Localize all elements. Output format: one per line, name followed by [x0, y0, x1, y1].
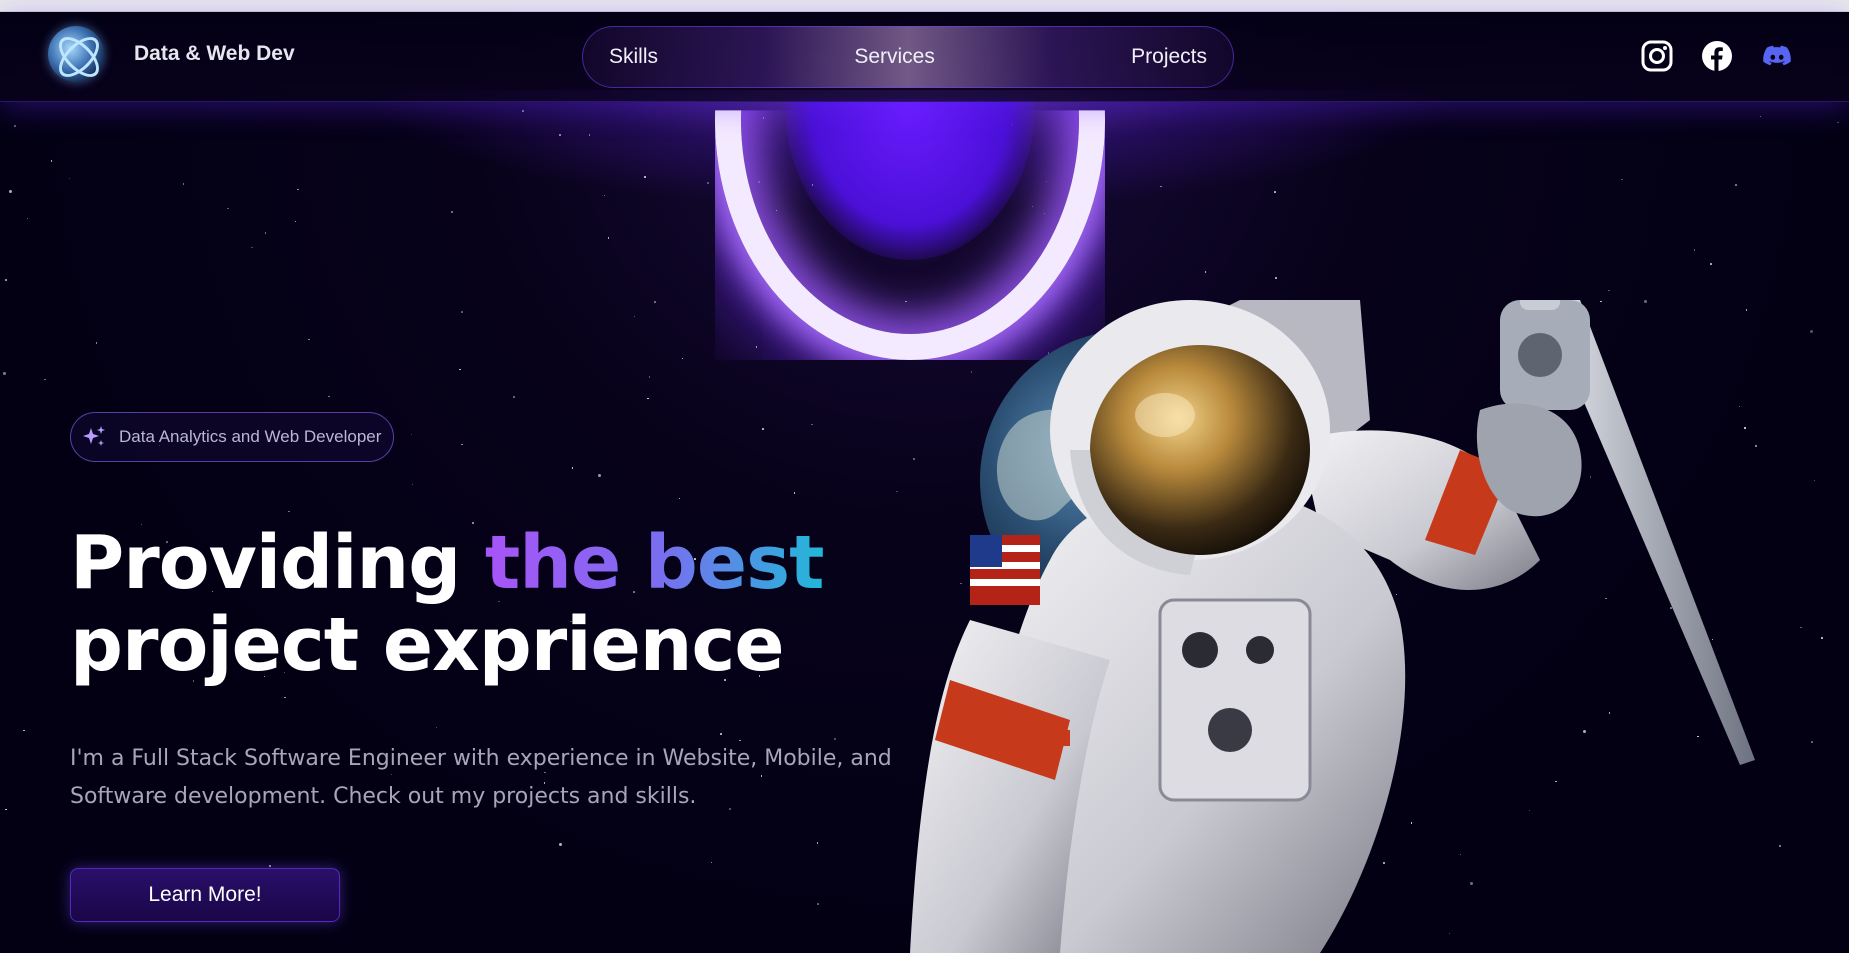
star	[182, 183, 185, 185]
star	[1837, 121, 1839, 124]
star	[793, 492, 796, 494]
role-badge: Data Analytics and Web Developer	[70, 412, 395, 462]
star	[755, 346, 758, 348]
star	[678, 497, 681, 500]
star	[681, 357, 684, 360]
social-links	[1641, 40, 1793, 72]
sparkles-icon	[83, 426, 105, 446]
star	[1275, 277, 1277, 279]
star	[1710, 263, 1712, 265]
star	[294, 220, 297, 223]
star	[647, 397, 649, 400]
star	[720, 733, 722, 735]
badge-text: Data Analytics and Web Developer	[119, 427, 382, 446]
star	[571, 467, 574, 469]
star	[308, 338, 310, 341]
star	[1735, 184, 1737, 186]
astronaut-illustration	[910, 300, 1755, 953]
blackhole-glow	[360, 60, 1460, 360]
star	[227, 207, 229, 210]
main-nav: Skills Services Projects	[582, 26, 1234, 88]
star	[269, 865, 271, 867]
star	[68, 177, 71, 180]
star	[1608, 289, 1610, 292]
star	[461, 443, 463, 446]
nav-services[interactable]: Services	[854, 45, 935, 69]
star	[5, 279, 7, 281]
star	[95, 342, 98, 344]
star	[26, 217, 29, 220]
learn-more-button[interactable]: Learn More!	[70, 868, 340, 922]
star	[762, 428, 764, 430]
star	[710, 861, 713, 864]
star	[44, 378, 46, 381]
headline-highlight: the best	[484, 520, 825, 606]
star	[251, 246, 253, 249]
star	[648, 376, 651, 378]
star	[1693, 249, 1696, 251]
atom-logo-icon[interactable]	[48, 26, 104, 82]
star	[284, 696, 286, 699]
headline-line2: project exprience	[70, 602, 785, 688]
star	[597, 473, 601, 477]
site-header: Data & Web Dev Skills Services Projects	[0, 12, 1849, 102]
star	[1759, 115, 1762, 118]
star	[264, 232, 267, 234]
facebook-icon[interactable]	[1701, 40, 1733, 72]
star	[5, 808, 7, 811]
star	[9, 189, 13, 193]
star	[459, 368, 461, 371]
star	[410, 433, 413, 436]
star	[3, 372, 7, 376]
hero-intro: I'm a Full Stack Software Engineer with …	[70, 746, 892, 809]
instagram-icon[interactable]	[1641, 40, 1673, 72]
star	[297, 188, 299, 191]
star	[328, 395, 330, 398]
star	[816, 842, 819, 844]
discord-icon[interactable]	[1761, 40, 1793, 72]
nav-projects[interactable]: Projects	[1131, 45, 1207, 69]
page: Data & Web Dev Skills Services Projects	[0, 0, 1849, 953]
star	[558, 842, 562, 846]
star	[811, 423, 813, 426]
hero-headline: Providing the best project exprience	[70, 520, 825, 688]
star	[513, 396, 515, 398]
star	[288, 510, 290, 513]
star	[435, 726, 438, 729]
star	[461, 311, 463, 313]
headline-start: Providing	[70, 520, 485, 606]
star	[451, 211, 453, 213]
star	[411, 483, 414, 486]
brand-name[interactable]: Data & Web Dev	[134, 42, 295, 66]
star	[14, 125, 16, 127]
star	[896, 490, 898, 493]
star	[50, 160, 53, 162]
star	[23, 729, 25, 732]
star	[817, 903, 819, 905]
brand[interactable]: Data & Web Dev	[48, 26, 295, 82]
star	[1621, 178, 1623, 181]
nav-skills[interactable]: Skills	[609, 45, 658, 69]
